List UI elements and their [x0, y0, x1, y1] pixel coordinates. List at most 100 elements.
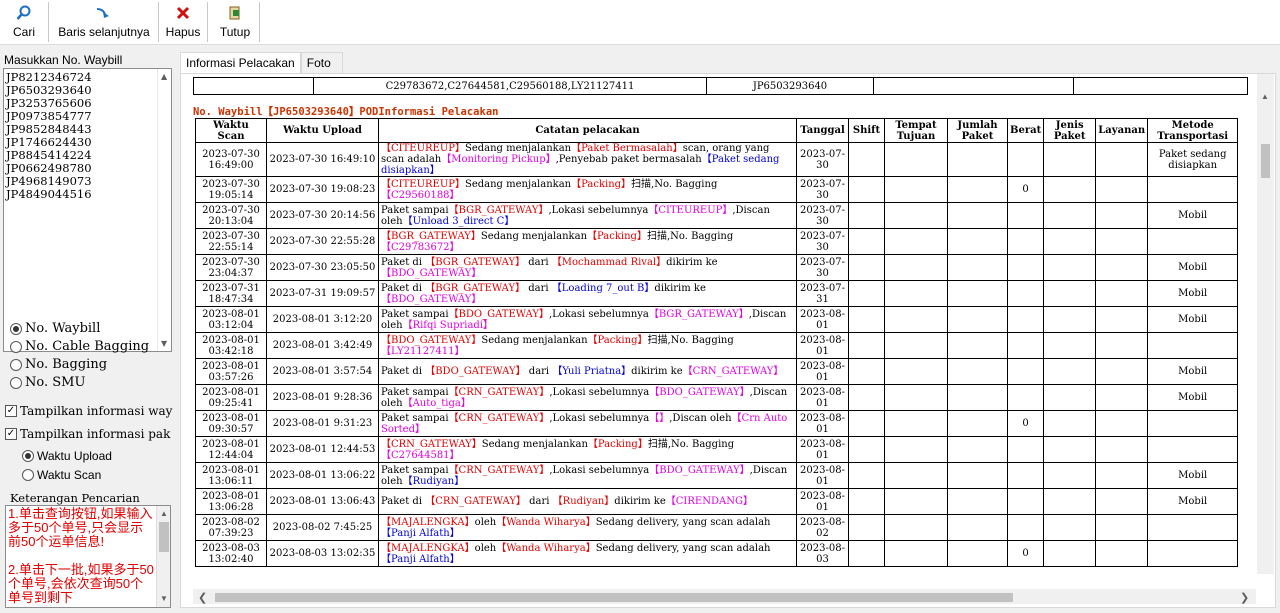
jenis-paket-cell: [1043, 540, 1097, 567]
table-row[interactable]: 2023-07-30 20:13:04 2023-07-30 20:14:56 Pa…: [195, 202, 1239, 229]
tempat-tujuan-cell: [884, 384, 948, 411]
hapus-label: Hapus: [165, 25, 201, 39]
waybill-textarea[interactable]: JP8212346724 JP6503293640 JP3253765606 JP09…: [3, 68, 172, 352]
column-header[interactable]: Layanan: [1095, 118, 1149, 143]
bagging-numbers: C29783672,C27644581,C29560188,LY21127411: [314, 78, 707, 94]
search-icon: [14, 4, 34, 22]
waktu-scan-cell: 2023-07-30 19:05:14: [195, 176, 267, 203]
tempat-tujuan-cell: [884, 436, 948, 463]
metode-transportasi-cell: [1147, 540, 1239, 567]
table-row[interactable]: 2023-07-30 16:49:00 2023-07-30 16:49:10 【C…: [195, 142, 1239, 177]
scroll-down-icon[interactable]: ▼: [161, 337, 167, 350]
scroll-right-icon[interactable]: ❯: [1240, 591, 1249, 604]
waktu-scan-cell: 2023-08-01 03:57:26: [195, 358, 267, 385]
column-header[interactable]: Waktu Upload: [266, 118, 379, 143]
tutup-button[interactable]: Tutup: [216, 2, 254, 44]
metode-transportasi-cell: Mobil: [1147, 462, 1239, 489]
table-row[interactable]: 2023-08-01 03:12:04 2023-08-01 3:12:20 Pak…: [195, 306, 1239, 333]
horizontal-scrollbar[interactable]: ❮ ❯: [193, 589, 1256, 604]
note-segment: Paket sampai: [381, 464, 449, 476]
jenis-paket-cell: [1043, 228, 1097, 255]
column-header[interactable]: Catatan pelacakan: [378, 118, 797, 143]
column-header[interactable]: Berat: [1006, 118, 1045, 143]
table-row[interactable]: 2023-08-01 13:06:11 2023-08-01 13:06:22 Pa…: [195, 462, 1239, 489]
jumlah-paket-cell: [947, 142, 1008, 177]
table-row[interactable]: 2023-08-01 09:25:41 2023-08-01 9:28:36 Pak…: [195, 384, 1239, 411]
waktu-scan-cell: 2023-08-01 03:12:04: [195, 306, 267, 333]
table-row[interactable]: 2023-07-30 22:55:14 2023-07-30 22:55:28 【B…: [195, 228, 1239, 255]
keterangan-textbox[interactable]: 1.单击查询按钮,如果输入多于50个单号,只会显示前50个运单信息! 2.单击下…: [5, 505, 171, 608]
note-segment: 【CRN_GATEWAY】: [682, 366, 784, 377]
scroll-left-icon[interactable]: ❮: [198, 591, 207, 604]
table-row[interactable]: 2023-07-31 18:47:34 2023-07-31 19:09:57 Pa…: [195, 280, 1239, 307]
baris-selanjutnya-button[interactable]: Baris selanjutnya: [56, 2, 152, 44]
radio-no-smu[interactable]: No. SMU: [10, 375, 85, 390]
note-segment: ,Lokasi sebelumnya: [548, 204, 649, 216]
column-header[interactable]: Waktu Scan: [195, 118, 267, 143]
waybill-scrollbar[interactable]: ▲ ▼: [157, 69, 171, 351]
column-header[interactable]: Metode Transportasi: [1147, 118, 1239, 143]
note-segment: Sedang delivery, yang scan adalah: [595, 542, 771, 554]
radio-no-bagging[interactable]: No. Bagging: [10, 357, 107, 372]
column-header[interactable]: Jumlah Paket: [947, 118, 1008, 143]
column-header[interactable]: Jenis Paket: [1043, 118, 1097, 143]
checkbox-tampilkan-paket[interactable]: ✓ Tampilkan informasi pak: [5, 427, 175, 441]
table-row[interactable]: 2023-07-30 19:05:14 2023-07-30 19:08:23 【C…: [195, 176, 1239, 203]
radio-label: Waktu Scan: [37, 468, 102, 482]
table-row[interactable]: 2023-08-01 12:44:04 2023-08-01 12:44:53 【C…: [195, 436, 1239, 463]
tanggal-cell: 2023-07-30: [796, 142, 849, 177]
column-header[interactable]: Tempat Tujuan: [884, 118, 948, 143]
table-row[interactable]: 2023-08-01 09:30:57 2023-08-01 9:31:23 Pak…: [195, 410, 1239, 437]
keterangan-label: Keterangan Pencarian: [10, 491, 140, 505]
tanggal-cell: 2023-07-31: [796, 280, 849, 307]
table-row[interactable]: 2023-08-01 03:57:26 2023-08-01 3:57:54 Pak…: [195, 358, 1239, 385]
metode-transportasi-cell: Mobil: [1147, 202, 1239, 229]
column-header[interactable]: Shift: [848, 118, 885, 143]
table-row[interactable]: 2023-08-03 13:02:40 2023-08-03 13:02:35 【M…: [195, 540, 1239, 567]
note-segment: ,Lokasi sebelumnya: [548, 308, 649, 320]
metode-transportasi-cell: Mobil: [1147, 254, 1239, 281]
table-row[interactable]: 2023-08-01 13:06:28 2023-08-01 13:06:43 Pa…: [195, 488, 1239, 515]
note-segment: 【Unload 3_direct C】: [402, 215, 515, 227]
waktu-scan-cell: 2023-08-01 09:25:41: [195, 384, 267, 411]
waktu-upload-cell: 2023-08-03 13:02:35: [266, 540, 379, 567]
tab-foto[interactable]: Foto: [300, 52, 343, 74]
radio-no-waybill[interactable]: No. Waybill: [10, 321, 100, 336]
waktu-upload-cell: 2023-08-01 13:06:22: [266, 462, 379, 489]
vertical-scrollbar[interactable]: ▲: [1257, 74, 1274, 574]
scroll-thumb[interactable]: [159, 522, 169, 552]
tab-bar: Informasi Pelacakan Foto: [180, 52, 343, 74]
metode-transportasi-cell: Mobil: [1147, 280, 1239, 307]
radio-label: No. SMU: [25, 375, 86, 390]
tempat-tujuan-cell: [884, 332, 948, 359]
scroll-up-icon[interactable]: ▲: [160, 507, 168, 521]
keterangan-scrollbar[interactable]: ▲ ▼: [156, 506, 170, 607]
column-header[interactable]: Tanggal: [796, 118, 849, 143]
scroll-up-icon[interactable]: ▲: [1261, 92, 1269, 101]
jenis-paket-cell: [1043, 358, 1097, 385]
tanggal-cell: 2023-07-30: [796, 254, 849, 281]
scroll-up-icon[interactable]: ▲: [161, 70, 167, 83]
hapus-button[interactable]: Hapus: [164, 2, 202, 44]
checkbox-tampilkan-waybill[interactable]: ✓ Tampilkan informasi way: [5, 404, 175, 418]
radio-waktu-upload[interactable]: Waktu Upload: [22, 449, 112, 463]
table-row[interactable]: 2023-07-30 23:04:37 2023-07-30 23:05:50 Pa…: [195, 254, 1239, 281]
scroll-thumb[interactable]: [215, 593, 1013, 602]
scroll-thumb[interactable]: [1261, 144, 1270, 178]
baris-label: Baris selanjutnya: [58, 25, 150, 39]
table-row[interactable]: 2023-08-01 03:42:18 2023-08-01 3:42:49 【BD…: [195, 332, 1239, 359]
waktu-scan-cell: 2023-08-01 13:06:28: [195, 488, 267, 515]
note-segment: Sedang delivery, yang scan adalah: [595, 516, 771, 528]
radio-no-cable-bagging[interactable]: No. Cable Bagging: [10, 339, 149, 354]
table-row[interactable]: 2023-08-02 07:39:23 2023-08-02 7:45:25 【MA…: [195, 514, 1239, 541]
catatan-cell: Paket sampai【BDO_GATEWAY】,Lokasi sebelum…: [378, 306, 797, 333]
waktu-scan-cell: 2023-07-30 16:49:00: [195, 142, 267, 177]
exit-icon: [225, 4, 245, 22]
radio-waktu-scan[interactable]: Waktu Scan: [22, 468, 101, 482]
cari-button[interactable]: Cari: [6, 2, 42, 44]
checkmark-icon: ✓: [5, 428, 17, 440]
radio-label: Waktu Upload: [37, 449, 112, 463]
tab-informasi-pelacakan[interactable]: Informasi Pelacakan: [180, 52, 301, 74]
checkmark-icon: ✓: [5, 405, 17, 417]
scroll-down-icon[interactable]: ▼: [160, 592, 168, 606]
